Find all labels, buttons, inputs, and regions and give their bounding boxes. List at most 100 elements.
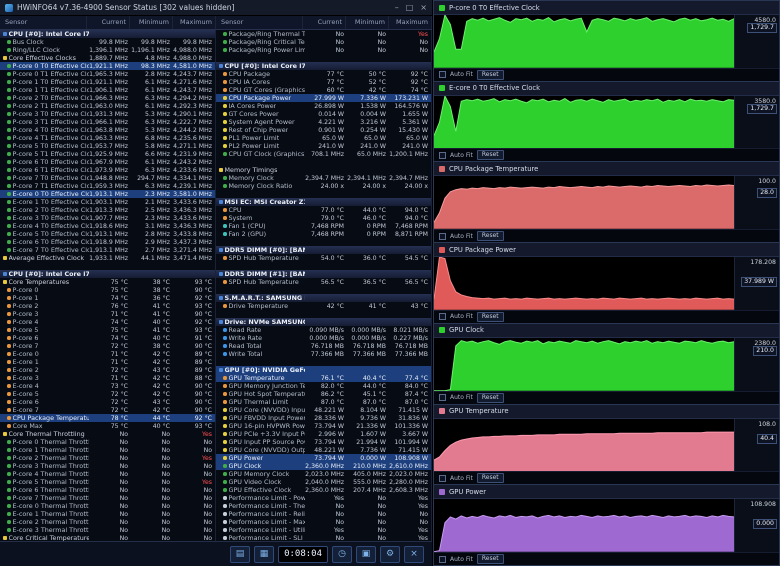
report-button[interactable]: ▣ [356, 545, 376, 563]
sensor-group-row[interactable]: CPU [#0]: Intel Core i7-13700K [0, 30, 215, 38]
sensor-row[interactable]: Performance Limit - SLI GPUBoost SyncNoN… [216, 534, 431, 541]
sensor-row[interactable]: CPU IA Cores 77 °C 52 °C 92 °C [216, 78, 431, 86]
sensor-row[interactable]: P-core 1 Thermal Throttling No No No [0, 446, 215, 454]
sensor-row[interactable]: GPU 16-pin HVPWR Power 73.794 W 21.336 W 10… [216, 422, 431, 430]
sensor-row[interactable]: GPU Clock 2,360.0 MHz 210.0 MHz 2,610.0 MHz [216, 462, 431, 470]
sensor-group-row[interactable]: CPU [#0]: Intel Core i7-13700K: DTS [0, 270, 215, 278]
sensor-row[interactable]: Package/Ring Critical Temperature No No No [216, 38, 431, 46]
sensor-row[interactable]: Package/Ring Power Limit Exceeded No No No [216, 46, 431, 54]
sensor-row[interactable]: P-core 0 Thermal Throttling No No No [0, 438, 215, 446]
reset-button[interactable]: Reset [476, 150, 504, 161]
window-titlebar[interactable]: HWiNFO64 v7.36-4900 Sensor Status [302 v… [0, 0, 432, 16]
sensor-row[interactable]: CPU GT Cores (Graphics) 60 °C 42 °C 74 °C [216, 86, 431, 94]
header-sensor[interactable]: Sensor [216, 16, 303, 29]
sensor-row[interactable]: Rest of Chip Power 0.901 W 0.254 W 15.430 W [216, 126, 431, 134]
sensor-row[interactable]: Memory Clock 2,394.7 MHz 2,394.1 MHz 2,394.… [216, 174, 431, 182]
reset-button[interactable]: Reset [476, 69, 504, 80]
graph-plot[interactable] [434, 257, 734, 310]
sensor-row[interactable]: P-core 5 T0 Effective Clock1,953.7 MHz 5.… [0, 142, 215, 150]
sensor-group-row[interactable]: Drive: NVMe SAMSUNG MZVL21T0HCLR-00BL7 [216, 318, 431, 326]
sensor-row[interactable]: P-core 7 T0 Effective Clock1,948.8 MHz 29… [0, 174, 215, 182]
sensor-row[interactable]: System Agent Power 4.221 W 3.216 W 5.361 W [216, 118, 431, 126]
graph-title-bar[interactable]: GPU Temperature [434, 404, 779, 419]
sensor-row[interactable]: GPU Thermal Limit 87.0 °C 87.0 °C 87.0 °C [216, 398, 431, 406]
header-maximum[interactable]: Maximum [173, 16, 215, 29]
header-current[interactable]: Current [87, 16, 130, 29]
close-button[interactable]: × [420, 3, 427, 12]
sensor-row[interactable]: P-core 4 T1 Effective Clock1,963.3 MHz 6.… [0, 134, 215, 142]
sensor-row[interactable]: E-core 3 T0 Effective Clock1,907.7 MHz 2.… [0, 214, 215, 222]
sensor-row[interactable]: P-core 6 74 °C 40 °C 91 °C [0, 334, 215, 342]
sensor-row[interactable]: System 79.0 °C 46.0 °C 94.0 °C [216, 214, 431, 222]
sensor-row[interactable]: GPU Memory Clock 2,023.0 MHz 405.0 MHz 2,02… [216, 470, 431, 478]
sensor-row[interactable]: GT Cores Power 0.014 W 0.004 W 1.655 W [216, 110, 431, 118]
sensor-row[interactable]: E-core 5 T0 Effective Clock1,913.1 MHz 2.… [0, 230, 215, 238]
reset-button[interactable]: Reset [476, 231, 504, 242]
sensor-group-row[interactable]: GPU [#0]: NVIDIA GeForce RTX 4090 Laptop… [216, 366, 431, 374]
sensor-row[interactable]: P-core 7 72 °C 38 °C 90 °C [0, 342, 215, 350]
sensor-row[interactable]: Performance Limit - Thermal No No Yes [216, 502, 431, 510]
header-maximum[interactable]: Maximum [389, 16, 431, 29]
sensor-row[interactable]: E-core 4 T0 Effective Clock1,918.6 MHz 3.… [0, 222, 215, 230]
sensor-row[interactable]: E-core 0 Thermal Throttling No No No [0, 502, 215, 510]
graph-plot[interactable] [434, 337, 734, 391]
sensor-row[interactable]: P-core 3 Thermal Throttling No No No [0, 462, 215, 470]
graph-plot[interactable] [434, 499, 734, 553]
sensor-row[interactable]: IA Cores Power 26.898 W 1.538 W 164.576 W [216, 102, 431, 110]
sensor-row[interactable]: E-core 5 72 °C 42 °C 90 °C [0, 390, 215, 398]
sensor-row[interactable]: E-core 2 Thermal Throttling No No No [0, 518, 215, 526]
sensor-row[interactable]: E-core 6 72 °C 43 °C 90 °C [0, 398, 215, 406]
sensor-row[interactable]: Fan 2 (GPU) 7,468 RPM 0 RPM 8,871 RPM [216, 230, 431, 238]
close-button[interactable]: × [404, 545, 424, 563]
sensor-row[interactable]: P-core 4 74 °C 40 °C 92 °C [0, 318, 215, 326]
sensor-group-row[interactable]: CPU [#0]: Intel Core i7-13700K: Enhanced [216, 62, 431, 70]
sensor-row[interactable]: E-core 2 T0 Effective Clock1,913.3 MHz 2.… [0, 206, 215, 214]
autofit-checkbox[interactable] [439, 313, 446, 321]
sensor-row[interactable]: P-core 1 74 °C 36 °C 92 °C [0, 294, 215, 302]
graph-title-bar[interactable]: P-core 0 T0 Effective Clock [434, 1, 779, 15]
sensor-row[interactable]: Core Temperatures 75 °C 38 °C 93 °C [0, 278, 215, 286]
settings-button[interactable]: ⚙ [380, 545, 400, 563]
minimize-button[interactable]: – [395, 3, 399, 12]
reset-button[interactable]: Reset [476, 311, 504, 322]
sensor-row[interactable]: P-core 4 Thermal Throttling No No No [0, 470, 215, 478]
sensor-row[interactable]: Performance Limit - Power Yes No Yes [216, 494, 431, 502]
autofit-checkbox[interactable] [439, 474, 446, 482]
sensor-group-row[interactable]: DDR5 DIMM [#1]: [BANK 1/Controller1-Chan… [216, 270, 431, 278]
sensor-row[interactable]: CPU GT Clock (Graphics) 708.1 MHz 65.0 MHz… [216, 150, 431, 158]
reset-button[interactable]: Reset [476, 392, 504, 403]
sensor-row[interactable]: P-core 6 T0 Effective Clock1,967.9 MHz 6.… [0, 158, 215, 166]
sensor-row[interactable]: GPU PCIe +3.3V Input Power 2.996 W 1.607 W… [216, 430, 431, 438]
sensor-row[interactable]: E-core 7 T0 Effective Clock1,913.1 MHz 2.… [0, 246, 215, 254]
sensor-row[interactable]: GPU Input PP Source Power 73.794 W 21.994 … [216, 438, 431, 446]
reset-button[interactable]: Reset [476, 554, 504, 565]
sensor-row[interactable]: P-core 6 Thermal Throttling No No No [0, 486, 215, 494]
graph-button[interactable]: ▤ [230, 545, 251, 563]
sensor-row[interactable]: GPU Effective Clock 2,360.0 MHz 207.4 MHz 2… [216, 486, 431, 494]
sensor-row[interactable]: GPU Video Clock 2,040.0 MHz 555.0 MHz 2,280… [216, 478, 431, 486]
panels-button[interactable]: ▦ [254, 545, 275, 563]
sensor-row[interactable]: E-core 3 71 °C 42 °C 88 °C [0, 374, 215, 382]
sensor-row[interactable]: E-core 6 T0 Effective Clock1,918.9 MHz 2.… [0, 238, 215, 246]
sensor-row[interactable]: Average Effective Clock 1,933.1 MHz 44.1 M… [0, 254, 215, 262]
sensor-row[interactable]: P-core 7 Thermal Throttling No No No [0, 494, 215, 502]
sensor-row[interactable]: CPU Package Power 27.999 W 7.336 W 173.231 … [216, 94, 431, 102]
sensor-row[interactable]: Ring/LLC Clock 1,396.1 MHz 1,196.1 MHz 4,98… [0, 46, 215, 54]
sensor-row[interactable]: Performance Limit - Utilization Yes No Yes [216, 526, 431, 534]
graph-title-bar[interactable]: CPU Package Temperature [434, 162, 779, 177]
sensor-row[interactable]: E-core 1 Thermal Throttling No No No [0, 510, 215, 518]
sensor-row[interactable]: Core Thermal Throttling No No Yes [0, 430, 215, 438]
sensor-row[interactable]: P-core 2 T0 Effective Clock1,966.3 MHz 6.… [0, 94, 215, 102]
sensor-group-row[interactable]: DDR5 DIMM [#0]: [BANK 0/Controller0-Chan… [216, 246, 431, 254]
sensor-row[interactable]: Core Max 75 °C 40 °C 93 °C [0, 422, 215, 430]
sensor-row[interactable]: Drive Temperature 42 °C 41 °C 43 °C [216, 302, 431, 310]
sensor-row[interactable]: P-core 0 75 °C 38 °C 90 °C [0, 286, 215, 294]
clock-button[interactable]: ◷ [332, 545, 352, 563]
sensor-group-row[interactable]: MSI EC: MSI Creator Z17/Studio A17/GT [216, 198, 431, 206]
graph-plot[interactable] [434, 15, 734, 68]
sensor-row[interactable]: Fan 1 (CPU) 7,468 RPM 0 RPM 7,468 RPM [216, 222, 431, 230]
sensor-row[interactable]: CPU 77.0 °C 44.0 °C 94.0 °C [216, 206, 431, 214]
sensor-row[interactable]: Read Total 76.718 MB 76.718 MB 76.718 MB [216, 342, 431, 350]
graph-title-bar[interactable]: GPU Power [434, 485, 779, 500]
sensor-row[interactable]: Read Rate 0.090 MB/s 0.000 MB/s 8.021 MB/s [216, 326, 431, 334]
